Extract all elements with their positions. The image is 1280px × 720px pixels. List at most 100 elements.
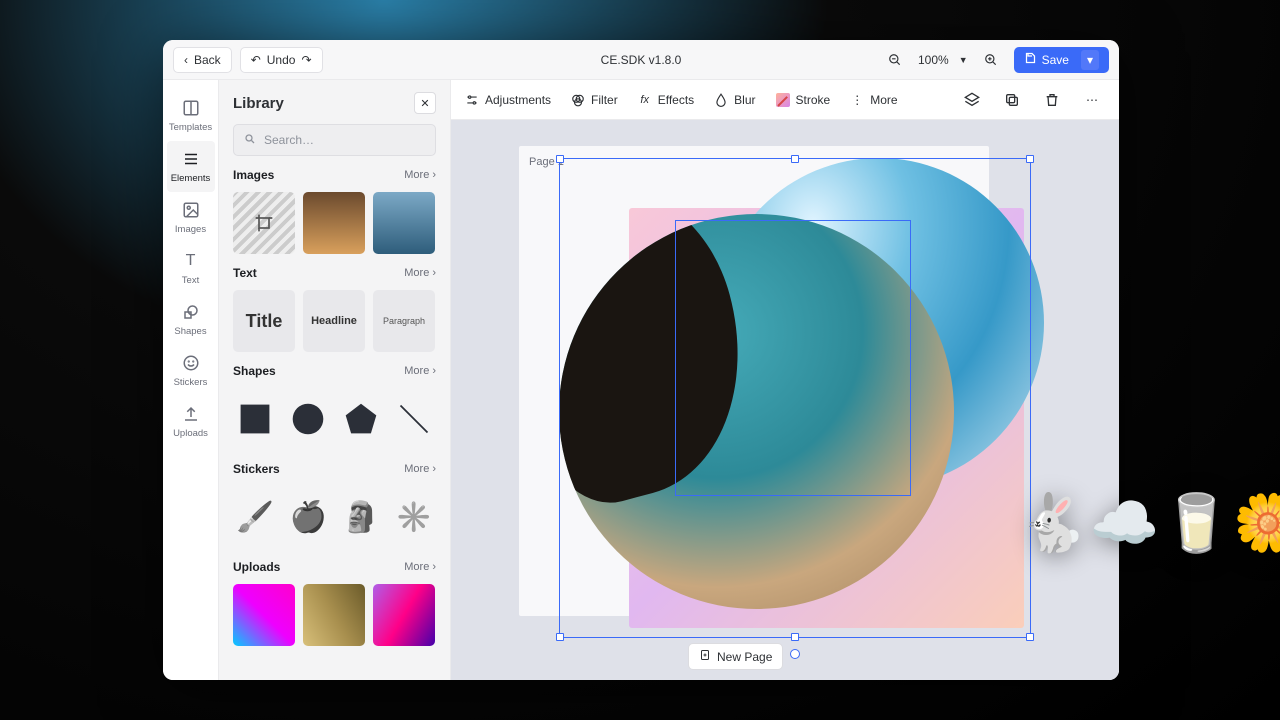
chevron-right-icon: › <box>432 561 436 573</box>
floating-stickers: 🐇 ☁️ 🥛 🌼 <box>1018 490 1280 556</box>
blur-icon <box>714 93 728 107</box>
templates-icon <box>181 98 201 118</box>
chevron-right-icon: › <box>432 365 436 377</box>
back-button[interactable]: ‹ Back <box>173 47 232 73</box>
sidebar-label: Shapes <box>174 326 206 337</box>
sidebar-item-stickers[interactable]: Stickers <box>167 345 215 396</box>
new-page-button[interactable]: New Page <box>688 643 783 670</box>
resize-handle[interactable] <box>791 633 799 641</box>
layers-icon[interactable] <box>959 87 985 113</box>
more-icon: ⋮ <box>850 93 864 107</box>
delete-icon[interactable] <box>1039 87 1065 113</box>
effects-icon: fx <box>638 93 652 107</box>
sidebar-label: Text <box>182 275 199 286</box>
section-title: Stickers <box>233 462 280 476</box>
sticker-tile[interactable]: 🗿 <box>339 486 384 548</box>
crop-placeholder-tile[interactable] <box>233 192 295 254</box>
sticker-tile[interactable]: 🍎 <box>286 486 331 548</box>
undo-icon: ↶ <box>251 53 261 67</box>
close-panel-button[interactable]: ✕ <box>414 92 436 114</box>
adjustments-button[interactable]: Adjustments <box>465 93 551 107</box>
save-dropdown-icon[interactable]: ▾ <box>1081 50 1099 70</box>
shape-pentagon-tile[interactable] <box>339 388 384 450</box>
sidebar-label: Uploads <box>173 428 208 439</box>
overflow-menu-icon[interactable]: ⋯ <box>1079 87 1105 113</box>
more-text[interactable]: More › <box>404 267 436 279</box>
sidebar-item-shapes[interactable]: Shapes <box>167 294 215 345</box>
flower-sticker[interactable]: 🌼 <box>1233 490 1280 556</box>
resize-handle[interactable] <box>791 155 799 163</box>
section-stickers: Stickers More › 🖌️ 🍎 🗿 ✳️ <box>219 462 450 560</box>
text-headline-tile[interactable]: Headline <box>303 290 365 352</box>
upload-tile[interactable] <box>303 584 365 646</box>
duplicate-icon[interactable] <box>999 87 1025 113</box>
save-label: Save <box>1042 53 1069 67</box>
zoom-out-icon[interactable] <box>882 47 908 73</box>
chevron-right-icon: › <box>432 169 436 181</box>
image-tile[interactable] <box>373 192 435 254</box>
save-button[interactable]: Save ▾ <box>1014 47 1109 73</box>
chevron-down-icon[interactable]: ▼ <box>959 55 968 65</box>
effects-button[interactable]: fx Effects <box>638 93 694 107</box>
elements-icon <box>181 149 201 169</box>
images-icon <box>181 200 201 220</box>
adjustments-icon <box>465 93 479 107</box>
section-text: Text More › Title Headline Paragraph <box>219 266 450 364</box>
sticker-tile[interactable]: ✳️ <box>391 486 436 548</box>
inner-selection-box[interactable] <box>675 220 911 496</box>
new-page-label: New Page <box>717 650 772 664</box>
sidebar-item-elements[interactable]: Elements <box>167 141 215 192</box>
upload-icon <box>181 404 201 424</box>
redo-icon[interactable]: ↷ <box>301 53 311 67</box>
section-images: Images More › <box>219 168 450 266</box>
more-shapes[interactable]: More › <box>404 365 436 377</box>
more-uploads[interactable]: More › <box>404 561 436 573</box>
rotation-handle[interactable] <box>790 649 800 659</box>
resize-handle[interactable] <box>556 155 564 163</box>
resize-handle[interactable] <box>1026 633 1034 641</box>
filter-button[interactable]: Filter <box>571 93 618 107</box>
text-paragraph-tile[interactable]: Paragraph <box>373 290 435 352</box>
sidebar-item-templates[interactable]: Templates <box>167 90 215 141</box>
text-title-tile[interactable]: Title <box>233 290 295 352</box>
sticker-tile[interactable]: 🖌️ <box>233 486 278 548</box>
stroke-button[interactable]: Stroke <box>776 93 831 107</box>
sidebar-label: Images <box>175 224 206 235</box>
shape-line-tile[interactable] <box>391 388 436 450</box>
resize-handle[interactable] <box>1026 155 1034 163</box>
undo-label: Undo <box>267 53 296 67</box>
canvas-area: Adjustments Filter fx Effects <box>451 80 1119 680</box>
panel-title: Library <box>233 95 284 112</box>
chevron-left-icon: ‹ <box>184 53 188 67</box>
canvas[interactable]: Page 1 <box>451 120 1119 680</box>
rabbit-sticker[interactable]: 🐇 <box>1018 490 1088 556</box>
sidebar-label: Templates <box>169 122 212 133</box>
section-shapes: Shapes More › <box>219 364 450 462</box>
milk-sticker[interactable]: 🥛 <box>1161 490 1231 556</box>
shapes-icon <box>181 302 201 322</box>
filter-icon <box>571 93 585 107</box>
blur-button[interactable]: Blur <box>714 93 755 107</box>
upload-tile[interactable] <box>233 584 295 646</box>
sidebar-item-uploads[interactable]: Uploads <box>167 396 215 447</box>
cloud-sticker[interactable]: ☁️ <box>1090 490 1160 556</box>
search-input[interactable]: Search… <box>233 124 436 156</box>
more-stickers[interactable]: More › <box>404 463 436 475</box>
app-title: CE.SDK v1.8.0 <box>601 53 682 67</box>
section-title: Shapes <box>233 364 276 378</box>
canvas-page[interactable]: Page 1 <box>519 146 989 616</box>
shape-rect-tile[interactable] <box>233 388 278 450</box>
shape-circle-tile[interactable] <box>286 388 331 450</box>
sidebar-item-images[interactable]: Images <box>167 192 215 243</box>
context-bar: Adjustments Filter fx Effects <box>451 80 1119 120</box>
undo-button[interactable]: ↶ Undo ↷ <box>240 47 323 73</box>
image-tile[interactable] <box>303 192 365 254</box>
more-images[interactable]: More › <box>404 169 436 181</box>
zoom-level[interactable]: 100% <box>918 53 949 67</box>
sidebar: Templates Elements Images T Text <box>163 80 219 680</box>
more-button[interactable]: ⋮ More <box>850 93 897 107</box>
resize-handle[interactable] <box>556 633 564 641</box>
zoom-in-icon[interactable] <box>978 47 1004 73</box>
upload-tile[interactable] <box>373 584 435 646</box>
sidebar-item-text[interactable]: T Text <box>167 243 215 294</box>
